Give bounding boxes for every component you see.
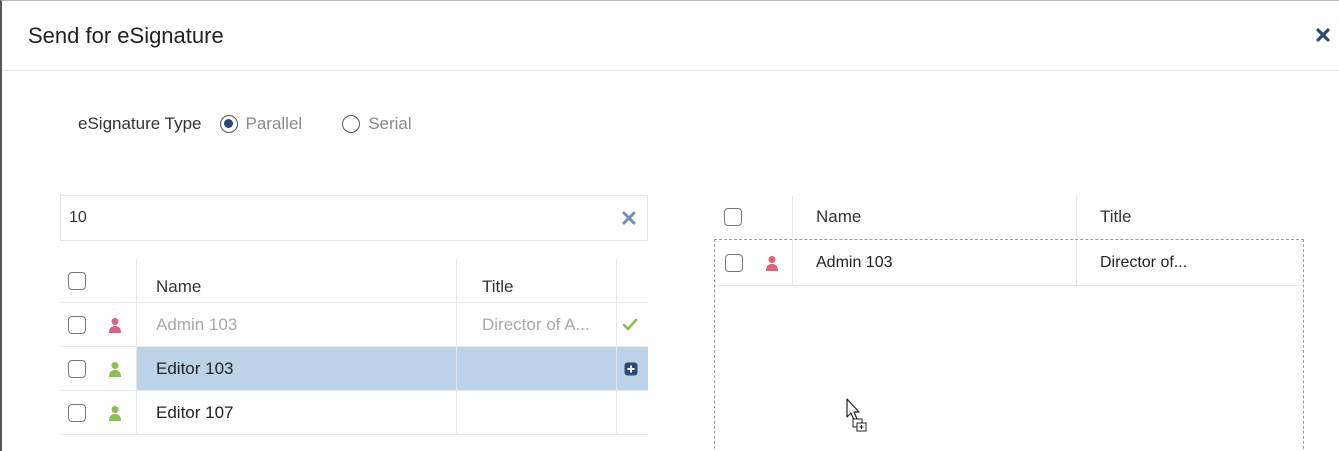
select-all-checkbox[interactable] — [724, 208, 742, 226]
checkmark-icon — [622, 318, 638, 330]
dialog-header: Send for eSignature — [2, 1, 1339, 71]
user-icon-cell — [108, 347, 122, 390]
row-checkbox-cell — [68, 391, 86, 434]
clear-search-icon[interactable] — [621, 210, 637, 226]
table-row[interactable]: Admin 103 Director of A... — [60, 303, 648, 347]
row-checkbox-cell — [68, 303, 86, 346]
table-header-row: Name Title — [60, 259, 648, 303]
row-title: Director of A... — [482, 314, 590, 334]
esignature-type-row: eSignature Type Parallel Serial — [78, 109, 452, 139]
esignature-type-label: eSignature Type — [78, 114, 202, 133]
row-name: Editor 103 — [156, 358, 234, 378]
close-icon[interactable] — [1313, 25, 1333, 45]
row-checkbox-cell — [725, 240, 743, 285]
available-users-table: Name Title Admin 103 Director of A... Ed… — [60, 259, 648, 435]
user-icon — [109, 361, 121, 377]
user-icon-cell — [108, 391, 122, 434]
radio-serial-indicator[interactable] — [342, 115, 361, 133]
user-icon — [109, 405, 121, 421]
selected-signers-table: Name Title — [714, 196, 1304, 238]
user-icon-cell — [108, 303, 122, 346]
row-checkbox[interactable] — [725, 253, 743, 272]
plus-square-icon[interactable] — [624, 362, 638, 376]
select-all-cell — [724, 196, 742, 238]
row-name: Admin 103 — [156, 314, 238, 334]
column-header-name[interactable]: Name — [816, 196, 861, 238]
drag-copy-cursor-icon — [846, 398, 867, 432]
radio-parallel-indicator[interactable] — [219, 115, 238, 133]
dialog-title: Send for eSignature — [28, 23, 224, 48]
status-cell — [624, 347, 638, 390]
search-box — [60, 195, 648, 241]
select-all-checkbox[interactable] — [68, 271, 86, 290]
user-icon — [766, 255, 778, 271]
row-checkbox[interactable] — [68, 403, 86, 422]
radio-serial-label: Serial — [368, 114, 412, 133]
table-row[interactable]: Editor 103 — [60, 347, 648, 391]
radio-serial[interactable]: Serial — [342, 114, 412, 134]
esignature-dialog: Send for eSignature eSignature Type Para… — [0, 0, 1339, 451]
user-icon-cell — [765, 240, 779, 285]
row-title: Director of... — [1100, 253, 1188, 271]
row-checkbox[interactable] — [68, 315, 86, 334]
radio-parallel[interactable]: Parallel — [219, 114, 303, 134]
radio-parallel-label: Parallel — [245, 114, 303, 133]
column-header-name[interactable]: Name — [156, 265, 201, 308]
signers-drop-zone[interactable]: Admin 103 Director of... — [714, 239, 1304, 451]
table-row[interactable]: Editor 107 — [60, 391, 648, 435]
row-name: Admin 103 — [816, 253, 893, 271]
status-cell — [622, 303, 638, 346]
table-header-row: Name Title — [714, 196, 1304, 238]
column-header-title[interactable]: Title — [1100, 196, 1132, 238]
row-checkbox-cell — [68, 347, 86, 390]
table-row[interactable]: Admin 103 Director of... — [715, 240, 1303, 286]
column-header-title[interactable]: Title — [482, 265, 514, 308]
select-all-cell — [68, 259, 86, 302]
search-input[interactable] — [69, 206, 609, 230]
row-name: Editor 107 — [156, 402, 234, 422]
user-icon — [109, 317, 121, 333]
row-checkbox[interactable] — [68, 359, 86, 378]
